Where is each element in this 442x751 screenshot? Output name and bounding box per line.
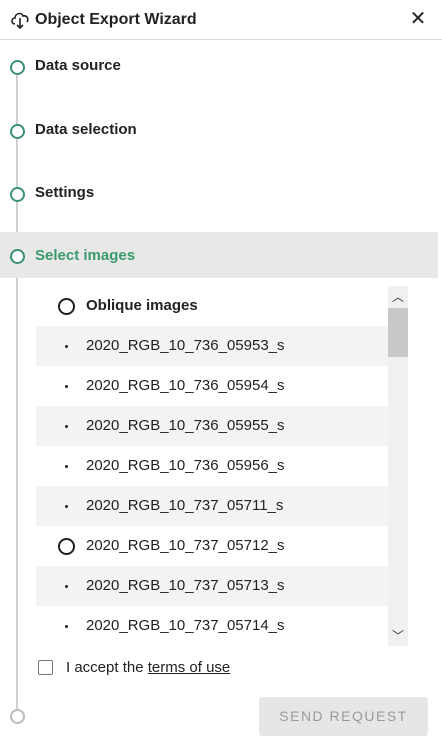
step-dot [10,124,25,139]
chevron-up-icon[interactable]: ︿ [388,288,408,306]
bullet-icon [65,385,68,388]
list-item[interactable]: 2020_RGB_10_737_05713_s [36,566,388,606]
terms-text: I accept the terms of use [66,659,230,676]
list-item[interactable]: 2020_RGB_10_736_05953_s [36,326,388,366]
step-label: Data source [35,57,121,74]
wizard-title: Object Export Wizard [35,11,197,28]
image-name: 2020_RGB_10_737_05714_s [86,617,285,634]
bullet-icon [65,625,68,628]
wizard-header: Object Export Wizard ✕ [0,0,442,40]
image-list: Oblique images 2020_RGB_10_736_05953_s 2… [36,286,388,646]
step-dot [10,249,25,264]
send-request-button[interactable]: SEND REQUEST [259,697,428,736]
list-item[interactable]: 2020_RGB_10_737_05711_s [36,486,388,526]
bullet-icon [65,465,68,468]
step-settings[interactable]: Settings [0,173,438,213]
image-name: 2020_RGB_10_736_05953_s [86,337,285,354]
image-name: 2020_RGB_10_736_05955_s [86,417,285,434]
step-dot-final [10,709,25,724]
list-item[interactable]: 2020_RGB_10_736_05956_s [36,446,388,486]
terms-prefix: I accept the [66,659,148,676]
image-name: 2020_RGB_10_737_05711_s [86,497,284,514]
close-icon[interactable]: ✕ [408,8,428,30]
step-data-source[interactable]: Data source [0,46,438,86]
step-data-selection[interactable]: Data selection [0,110,438,150]
step-dot [10,187,25,202]
stepper-line [16,70,18,715]
list-item[interactable]: 2020_RGB_10_736_05955_s [36,406,388,446]
group-label: Oblique images [86,297,198,314]
image-name: 2020_RGB_10_736_05954_s [86,377,285,394]
image-name: 2020_RGB_10_737_05713_s [86,577,285,594]
download-cloud-icon [11,12,29,30]
list-item[interactable]: 2020_RGB_10_736_05954_s [36,366,388,406]
scrollbar-thumb[interactable] [388,308,408,357]
step-label: Settings [35,184,95,201]
step-label: Data selection [35,121,137,138]
terms-checkbox[interactable] [38,660,53,675]
bullet-icon [65,425,68,428]
image-name: 2020_RGB_10_736_05956_s [86,457,285,474]
radio-button[interactable] [58,298,75,315]
chevron-down-icon[interactable]: ﹀ [388,627,408,645]
step-label: Select images [35,247,136,264]
step-dot [10,60,25,75]
bullet-icon [65,345,68,348]
bullet-icon [65,585,68,588]
bullet-icon [65,505,68,508]
list-item[interactable]: 2020_RGB_10_737_05712_s [36,526,388,566]
radio-button[interactable] [58,538,75,555]
terms-link[interactable]: terms of use [148,659,231,676]
image-name: 2020_RGB_10_737_05712_s [86,537,285,554]
list-scrollbar[interactable]: ︿ ﹀ [388,286,408,646]
step-select-images[interactable]: Select images [0,232,438,278]
image-group-oblique[interactable]: Oblique images [36,286,388,326]
list-item[interactable]: 2020_RGB_10_737_05714_s [36,606,388,646]
